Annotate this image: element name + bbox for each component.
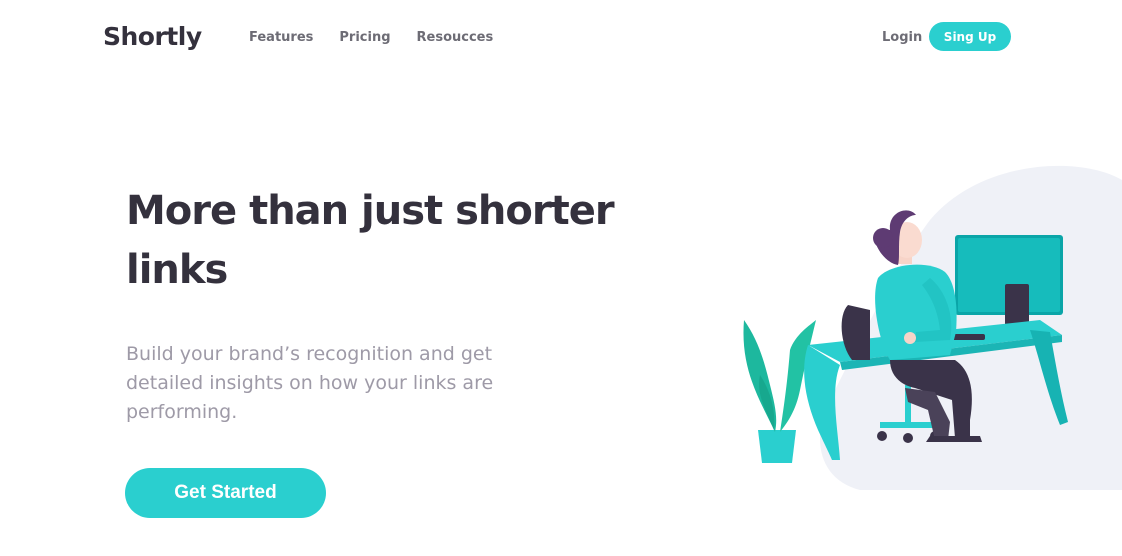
- get-started-button[interactable]: Get Started: [125, 468, 326, 518]
- login-link[interactable]: Login: [882, 30, 922, 45]
- nav-link-features[interactable]: Features: [249, 30, 313, 45]
- nav-link-resources[interactable]: Resoucces: [417, 30, 494, 45]
- nav-link-pricing[interactable]: Pricing: [339, 30, 390, 45]
- hero-description: Build your brand’s recognition and get d…: [126, 343, 494, 423]
- plant-icon: [743, 320, 816, 463]
- main-nav: Features Pricing Resoucces: [249, 30, 519, 45]
- hero-title: More than just shorter links: [126, 188, 615, 293]
- signup-button[interactable]: Sing Up: [929, 22, 1011, 51]
- working-person-illustration: [743, 165, 1122, 491]
- site-logo[interactable]: Shortly: [103, 22, 202, 51]
